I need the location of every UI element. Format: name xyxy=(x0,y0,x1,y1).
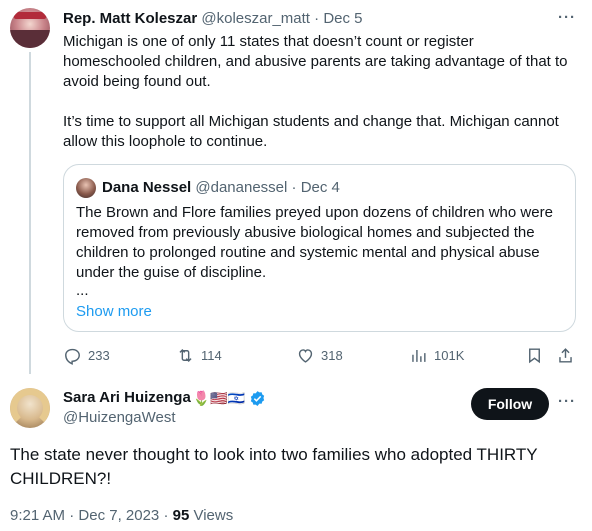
separator-dot: · xyxy=(314,10,320,27)
tweet-header: Rep. Matt Koleszar @koleszar_matt · Dec … xyxy=(63,10,363,28)
quoted-tweet-text: The Brown and Flore families preyed upon… xyxy=(76,204,553,281)
retweet-button[interactable]: 114 xyxy=(176,344,222,366)
reply-button[interactable]: 233 xyxy=(63,344,110,366)
reply-count: 233 xyxy=(88,347,110,363)
share-icon xyxy=(559,347,572,363)
tweet-date[interactable]: Dec 7, 2023 xyxy=(78,507,159,524)
avatar[interactable] xyxy=(10,8,50,48)
tweet-metadata: 9:21 AM · Dec 7, 2023 · 95 Views xyxy=(10,506,233,526)
tweet-time[interactable]: 9:21 AM xyxy=(10,507,65,524)
views-button[interactable]: 101K xyxy=(409,344,464,366)
avatar[interactable] xyxy=(10,388,50,428)
quoted-tweet-date: Dec 4 xyxy=(300,179,340,196)
name-emojis: 🌷🇺🇸🇮🇱 xyxy=(192,390,246,406)
author-name[interactable]: Sara Ari Huizenga xyxy=(63,388,191,408)
more-horizontal-icon[interactable]: ··· xyxy=(557,10,577,31)
tweet-text: The state never thought to look into two… xyxy=(10,445,538,488)
bookmark-button[interactable] xyxy=(525,344,544,366)
bookmark-icon xyxy=(529,347,540,363)
quoted-tweet-ellipsis: ... xyxy=(76,282,89,299)
separator-dot: · xyxy=(69,507,75,524)
reply-icon xyxy=(65,348,80,365)
like-button[interactable]: 318 xyxy=(296,344,343,366)
quoted-tweet-header: Dana Nessel @dananessel · Dec 4 xyxy=(102,179,340,197)
verified-badge-icon[interactable] xyxy=(249,390,266,407)
retweet-icon xyxy=(179,348,192,362)
author-handle[interactable]: @HuizengaWest xyxy=(63,409,176,427)
tweet-paragraph: Michigan is one of only 11 states that d… xyxy=(63,33,568,90)
author-handle[interactable]: @koleszar_matt xyxy=(201,10,310,27)
bar-chart-icon xyxy=(412,349,426,362)
follow-button[interactable]: Follow xyxy=(471,388,549,420)
views-count: 95 xyxy=(172,507,190,524)
show-more-link[interactable]: Show more xyxy=(76,302,152,322)
thread-connector-line xyxy=(29,52,31,374)
heart-icon xyxy=(298,348,313,363)
retweet-count: 114 xyxy=(201,347,222,363)
author-name-line: Sara Ari Huizenga 🌷🇺🇸🇮🇱 xyxy=(63,388,266,408)
views-count: 101K xyxy=(434,347,465,363)
views-label: Views xyxy=(193,507,234,524)
separator-dot: · xyxy=(163,507,169,524)
quoted-author-name: Dana Nessel xyxy=(102,179,192,196)
quoted-tweet[interactable]: Dana Nessel @dananessel · Dec 4 The Brow… xyxy=(63,164,576,332)
author-name[interactable]: Rep. Matt Koleszar xyxy=(63,10,197,27)
share-button[interactable] xyxy=(556,344,575,366)
quoted-author-handle: @dananessel xyxy=(195,179,288,196)
tweet-paragraph: It’s time to support all Michigan studen… xyxy=(63,113,559,150)
more-horizontal-icon[interactable]: ··· xyxy=(557,394,577,415)
like-count: 318 xyxy=(321,347,343,363)
quoted-author-avatar xyxy=(76,178,96,198)
tweet-text: Michigan is one of only 11 states that d… xyxy=(63,32,573,152)
tweet-date[interactable]: Dec 5 xyxy=(323,10,362,27)
separator-dot: · xyxy=(291,179,297,196)
